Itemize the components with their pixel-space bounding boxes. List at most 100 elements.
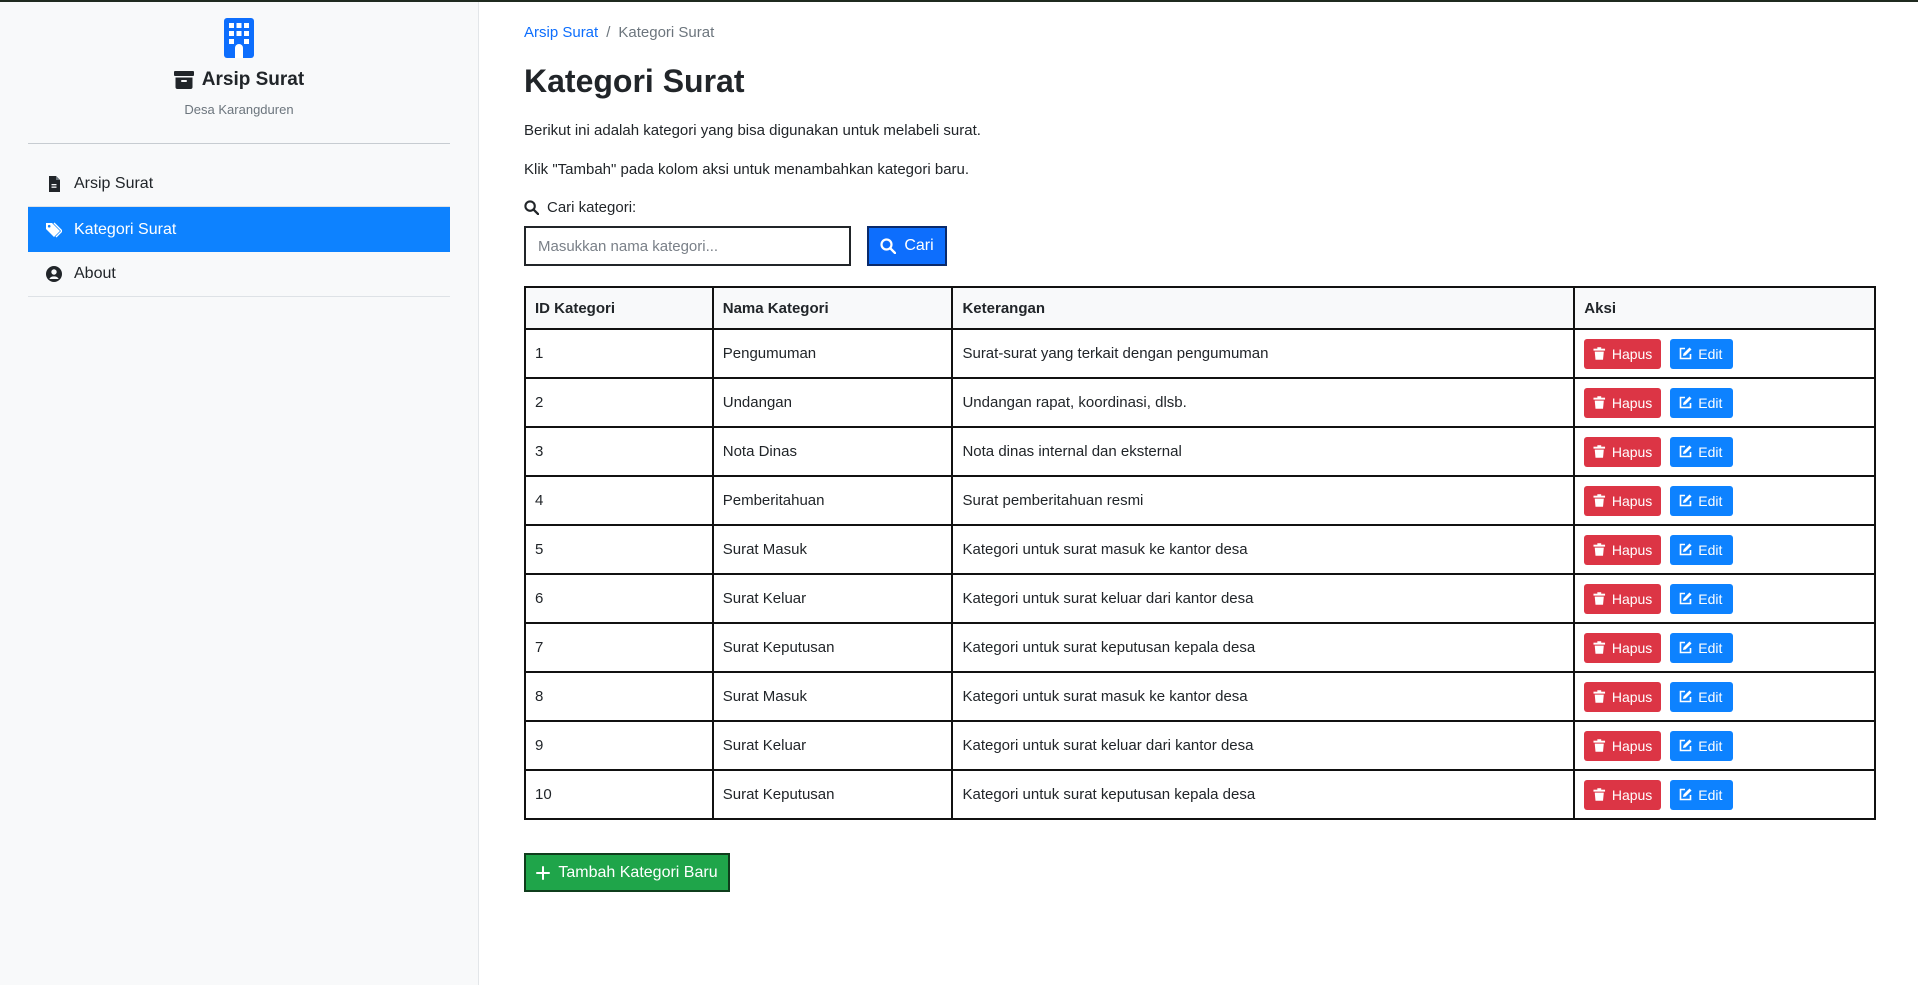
edit-button-label: Edit (1698, 688, 1723, 705)
edit-button-label: Edit (1698, 492, 1723, 509)
cell-keterangan: Kategori untuk surat masuk ke kantor des… (951, 524, 1576, 575)
table-row: 4 Pemberitahuan Surat pemberitahuan resm… (524, 475, 1876, 526)
table-header-row: ID Kategori Nama Kategori Keterangan Aks… (524, 286, 1876, 330)
trash-icon (1593, 690, 1606, 703)
cell-aksi: Hapus Edit (1573, 475, 1876, 526)
column-header-nama: Nama Kategori (711, 286, 954, 330)
cell-id: 8 (524, 671, 714, 722)
row-actions: Hapus Edit (1584, 338, 1865, 369)
table-row: 7 Surat Keputusan Kategori untuk surat k… (524, 622, 1876, 673)
table-row: 10 Surat Keputusan Kategori untuk surat … (524, 769, 1876, 820)
delete-button[interactable]: Hapus (1584, 583, 1662, 614)
sidebar-item-about[interactable]: About (28, 252, 450, 297)
cell-id: 5 (524, 524, 714, 575)
cell-nama: Pemberitahuan (711, 475, 954, 526)
edit-button[interactable]: Edit (1670, 338, 1734, 369)
category-table: ID Kategori Nama Kategori Keterangan Aks… (524, 286, 1876, 820)
delete-button[interactable]: Hapus (1584, 534, 1662, 565)
edit-icon (1679, 445, 1692, 458)
page-instruction: Klik "Tambah" pada kolom aksi untuk mena… (524, 161, 970, 178)
cell-aksi: Hapus Edit (1573, 671, 1876, 722)
cell-nama: Surat Masuk (711, 671, 954, 722)
row-actions: Hapus Edit (1584, 632, 1865, 663)
edit-button[interactable]: Edit (1670, 534, 1734, 565)
search-label-text: Cari kategori: (547, 199, 637, 216)
tags-icon (46, 222, 62, 237)
cell-id: 4 (524, 475, 714, 526)
search-button[interactable]: Cari (867, 226, 947, 266)
table-row: 3 Nota Dinas Nota dinas internal dan eks… (524, 426, 1876, 477)
cell-nama: Surat Keputusan (711, 769, 954, 820)
search-icon (524, 200, 539, 215)
main-content: Arsip Surat / Kategori Surat Kategori Su… (524, 2, 1876, 892)
row-actions: Hapus Edit (1584, 779, 1865, 810)
edit-button-label: Edit (1698, 786, 1723, 803)
search-input[interactable] (524, 226, 851, 266)
edit-icon (1679, 543, 1692, 556)
delete-button-label: Hapus (1611, 590, 1653, 607)
cell-keterangan: Surat pemberitahuan resmi (951, 475, 1576, 526)
trash-icon (1593, 788, 1606, 801)
cell-id: 3 (524, 426, 714, 477)
sidebar-item-label: Arsip Surat (74, 175, 154, 192)
cell-nama: Surat Keluar (711, 720, 954, 771)
page-description: Berikut ini adalah kategori yang bisa di… (524, 122, 981, 139)
edit-button[interactable]: Edit (1670, 632, 1734, 663)
app-subtitle: Desa Karangduren (184, 102, 294, 117)
cell-id: 6 (524, 573, 714, 624)
building-icon (224, 18, 254, 58)
delete-button[interactable]: Hapus (1584, 730, 1662, 761)
cell-nama: Surat Masuk (711, 524, 954, 575)
edit-icon (1679, 396, 1692, 409)
delete-button[interactable]: Hapus (1584, 436, 1662, 467)
row-actions: Hapus Edit (1584, 730, 1865, 761)
cell-aksi: Hapus Edit (1573, 328, 1876, 379)
delete-button-label: Hapus (1611, 492, 1653, 509)
edit-icon (1679, 592, 1692, 605)
table-row: 1 Pengumuman Surat-surat yang terkait de… (524, 328, 1876, 379)
cell-keterangan: Undangan rapat, koordinasi, dlsb. (951, 377, 1576, 428)
table-row: 5 Surat Masuk Kategori untuk surat masuk… (524, 524, 1876, 575)
delete-button[interactable]: Hapus (1584, 387, 1662, 418)
sidebar-item-label: About (74, 265, 116, 282)
cell-keterangan: Kategori untuk surat keputusan kepala de… (951, 769, 1576, 820)
table-row: 9 Surat Keluar Kategori untuk surat kelu… (524, 720, 1876, 771)
cell-aksi: Hapus Edit (1573, 573, 1876, 624)
edit-button[interactable]: Edit (1670, 779, 1734, 810)
app-title: Arsip Surat (0, 69, 478, 91)
edit-button[interactable]: Edit (1670, 485, 1734, 516)
edit-button[interactable]: Edit (1670, 681, 1734, 712)
add-category-button[interactable]: Tambah Kategori Baru (524, 853, 730, 892)
sidebar-divider (28, 143, 450, 144)
edit-button-label: Edit (1698, 737, 1723, 754)
page-title: Kategori Surat (524, 63, 745, 99)
cell-nama: Pengumuman (711, 328, 954, 379)
edit-button[interactable]: Edit (1670, 436, 1734, 467)
edit-button[interactable]: Edit (1670, 730, 1734, 761)
sidebar-item-arsip-surat[interactable]: Arsip Surat (28, 162, 450, 207)
delete-button[interactable]: Hapus (1584, 681, 1662, 712)
edit-button[interactable]: Edit (1670, 387, 1734, 418)
edit-button[interactable]: Edit (1670, 583, 1734, 614)
row-actions: Hapus Edit (1584, 387, 1865, 418)
file-icon (49, 176, 60, 192)
delete-button[interactable]: Hapus (1584, 485, 1662, 516)
delete-button[interactable]: Hapus (1584, 632, 1662, 663)
sidebar-nav: Arsip Surat Kategori Surat About (28, 162, 450, 297)
delete-button[interactable]: Hapus (1584, 338, 1662, 369)
row-actions: Hapus Edit (1584, 534, 1865, 565)
edit-button-label: Edit (1698, 541, 1723, 558)
row-actions: Hapus Edit (1584, 681, 1865, 712)
cell-aksi: Hapus Edit (1573, 720, 1876, 771)
search-label: Cari kategori: (524, 199, 1876, 216)
breadcrumb-link-arsip-surat[interactable]: Arsip Surat (524, 24, 598, 41)
delete-button[interactable]: Hapus (1584, 779, 1662, 810)
cell-aksi: Hapus Edit (1573, 377, 1876, 428)
sidebar-item-kategori-surat[interactable]: Kategori Surat (28, 207, 450, 252)
trash-icon (1593, 494, 1606, 507)
breadcrumb: Arsip Surat / Kategori Surat (524, 24, 1876, 41)
cell-keterangan: Kategori untuk surat keluar dari kantor … (951, 720, 1576, 771)
breadcrumb-current: Kategori Surat (618, 24, 715, 41)
edit-icon (1679, 788, 1692, 801)
cell-aksi: Hapus Edit (1573, 769, 1876, 820)
